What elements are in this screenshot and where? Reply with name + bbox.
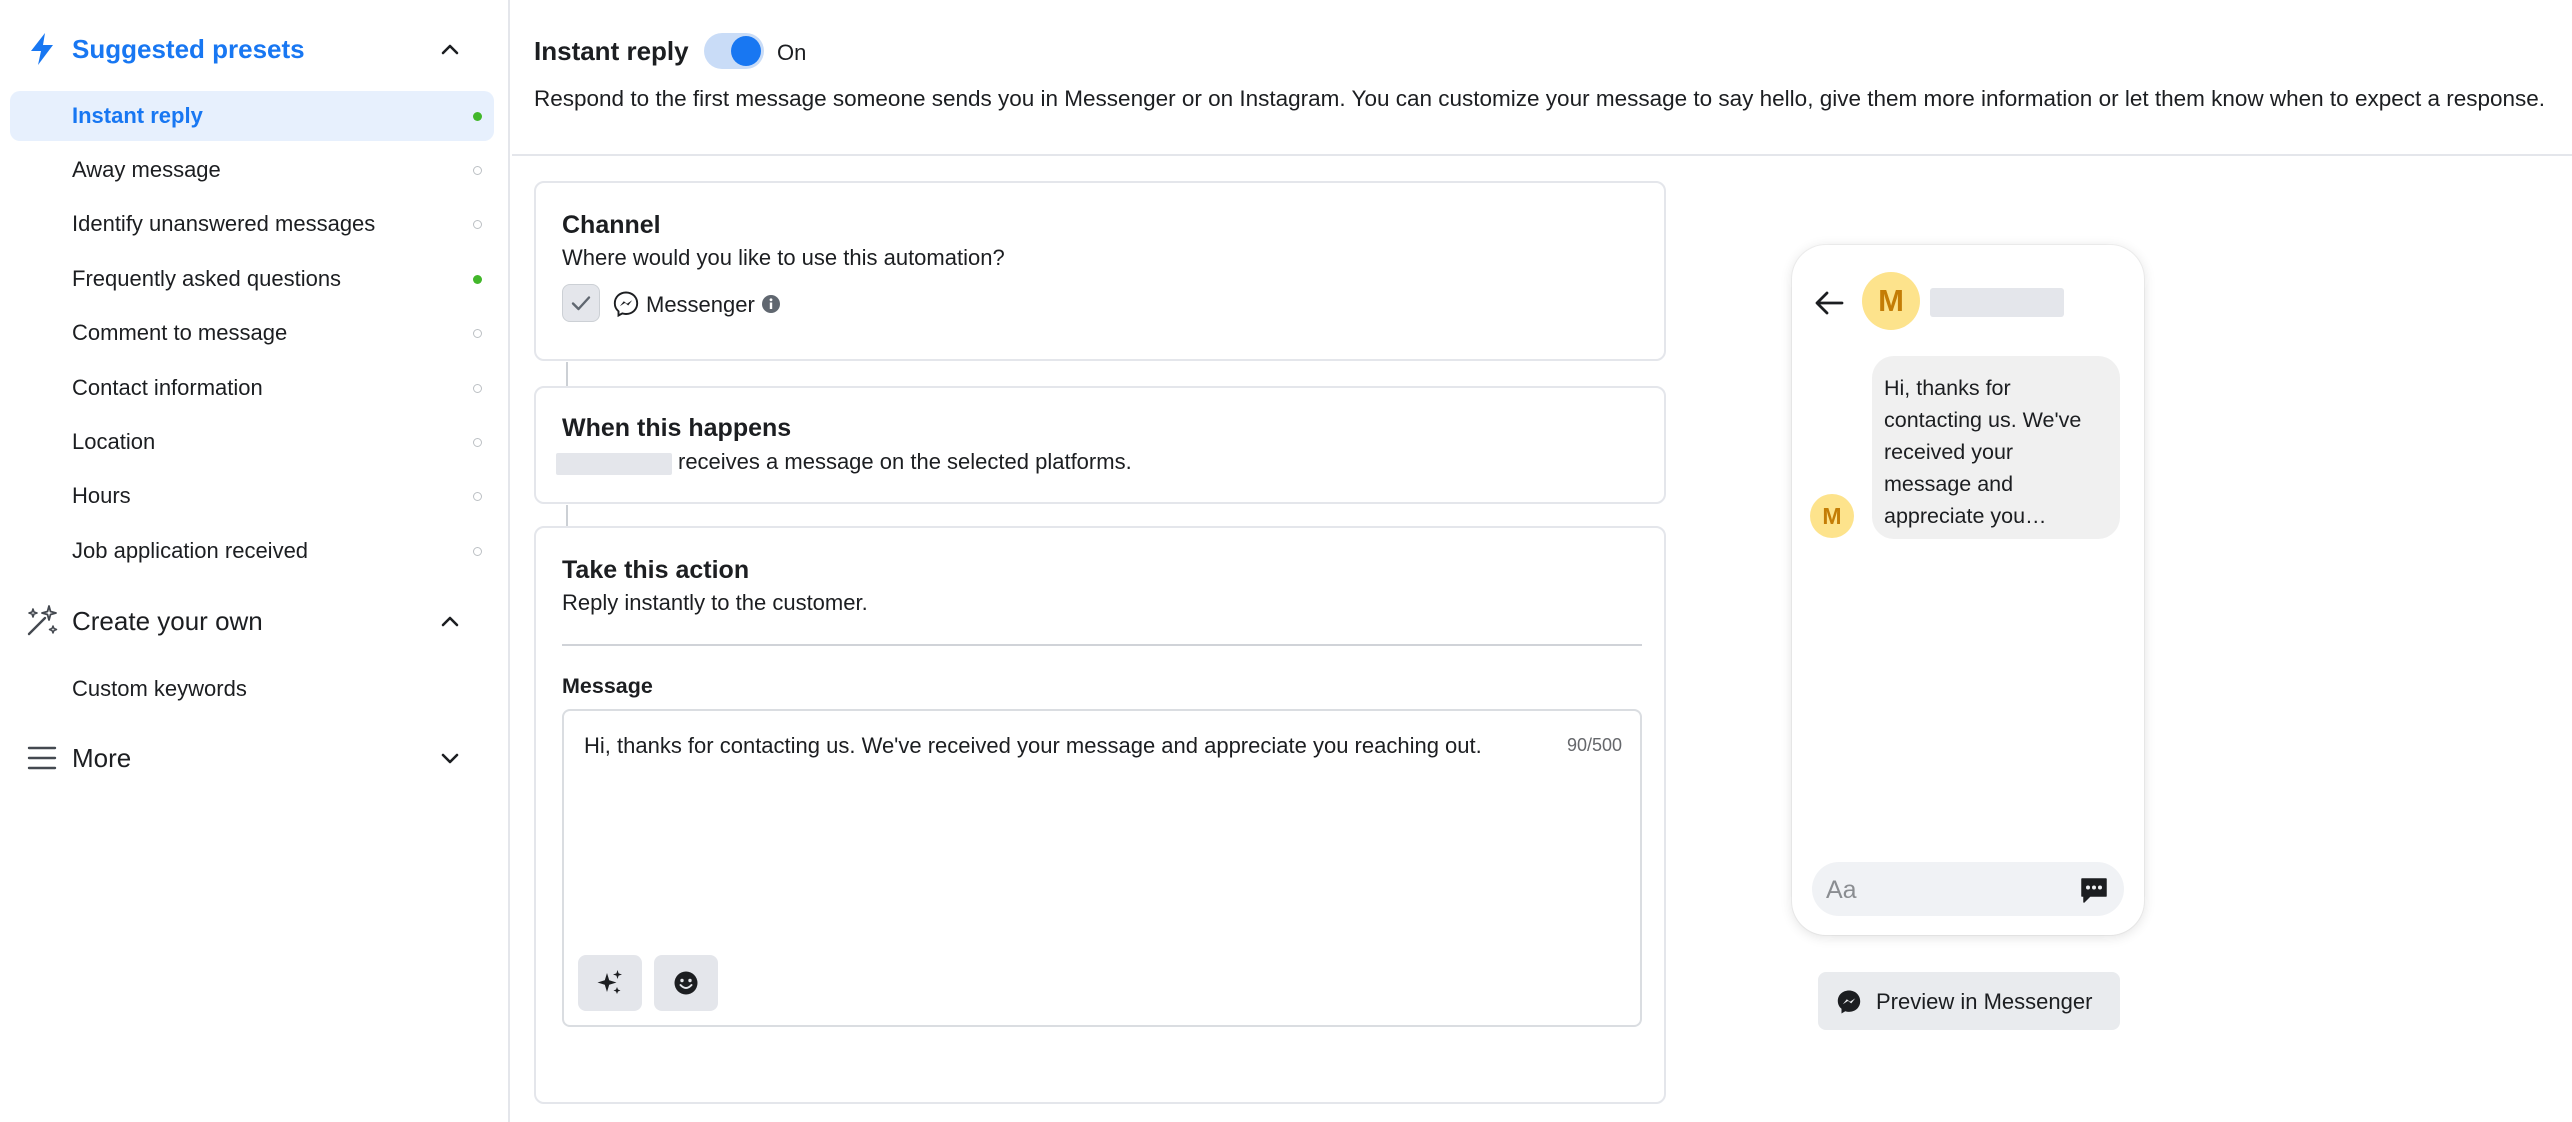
lightning-icon	[24, 31, 60, 67]
section-more[interactable]: More	[0, 723, 500, 793]
status-dot-inactive	[473, 437, 482, 447]
status-dot-inactive	[473, 491, 482, 501]
chevron-down-icon[interactable]	[436, 744, 464, 772]
status-dot-inactive	[473, 383, 482, 393]
section-label: Create your own	[72, 605, 263, 636]
channel-card: Channel Where would you like to use this…	[534, 181, 1666, 361]
message-textarea[interactable]: Hi, thanks for contacting us. We've rece…	[562, 709, 1642, 1027]
preview-in-messenger-button[interactable]: Preview in Messenger	[1818, 972, 2120, 1030]
emoji-button[interactable]	[654, 955, 718, 1011]
sidebar-item-hours[interactable]: Hours	[10, 471, 494, 521]
messenger-icon	[1837, 990, 1861, 1014]
sidebar-item-label: Instant reply	[72, 103, 203, 128]
action-card: Take this action Reply instantly to the …	[534, 526, 1666, 1104]
sidebar-item-away-message[interactable]: Away message	[10, 145, 494, 195]
compose-placeholder: Aa	[1826, 876, 1857, 904]
flow-connector	[566, 505, 568, 526]
ai-sparkle-button[interactable]	[578, 955, 642, 1011]
status-dot-active	[473, 111, 482, 121]
back-arrow-icon	[1815, 291, 1844, 315]
chat-bubble-icon	[2081, 878, 2107, 903]
instant-reply-toggle[interactable]	[704, 33, 764, 69]
sidebar-item-instant-reply[interactable]: Instant reply	[10, 91, 494, 141]
card-subtitle: receives a message on the selected platf…	[678, 449, 1132, 474]
checkmark-icon	[571, 296, 591, 311]
sidebar-item-comment-to-message[interactable]: Comment to message	[10, 308, 494, 358]
sidebar-item-label: Location	[72, 429, 156, 454]
sidebar-item-custom-keywords[interactable]: Custom keywords	[10, 664, 494, 714]
flow-connector	[566, 362, 568, 386]
toggle-state-label: On	[777, 40, 807, 65]
sidebar-item-label: Hours	[72, 483, 131, 508]
avatar: M	[1810, 494, 1854, 538]
section-suggested-presets[interactable]: Suggested presets	[0, 14, 500, 84]
emoji-icon	[674, 971, 698, 995]
messenger-option-label: Messenger	[646, 292, 755, 317]
compose-input: Aa	[1812, 862, 2124, 916]
sidebar-item-location[interactable]: Location	[10, 417, 494, 467]
section-label: More	[72, 742, 132, 773]
chevron-up-icon[interactable]	[436, 607, 464, 635]
chevron-up-icon[interactable]	[436, 35, 464, 63]
message-label: Message	[562, 674, 653, 698]
messenger-checkbox[interactable]	[562, 284, 600, 322]
sidebar-item-label: Comment to message	[72, 320, 288, 345]
status-dot-inactive	[473, 165, 482, 175]
section-create-your-own[interactable]: Create your own	[0, 586, 500, 656]
message-bubble: Hi, thanks for contacting us. We've rece…	[1872, 356, 2120, 539]
sidebar-item-label: Identify unanswered messages	[72, 211, 376, 236]
character-count: 90/500	[1566, 735, 1622, 755]
page-description: Respond to the first message someone sen…	[534, 86, 2546, 111]
sidebar-item-label: Custom keywords	[72, 676, 247, 701]
sparkle-icon	[597, 970, 622, 994]
sidebar-item-label: Frequently asked questions	[72, 266, 342, 291]
avatar: M	[1862, 272, 1920, 330]
menu-lines-icon	[24, 740, 60, 776]
sidebar-item-faq[interactable]: Frequently asked questions	[10, 254, 494, 304]
card-title: Channel	[562, 211, 661, 239]
divider	[562, 644, 1642, 646]
sidebar-item-label: Away message	[72, 157, 221, 182]
message-text[interactable]: Hi, thanks for contacting us. We've rece…	[584, 733, 1482, 759]
status-dot-active	[473, 274, 482, 284]
sparkle-wand-icon	[24, 603, 60, 639]
section-label: Suggested presets	[72, 33, 305, 64]
page-title: Instant reply	[534, 36, 689, 66]
card-title: When this happens	[562, 414, 792, 442]
card-title: Take this action	[562, 556, 750, 584]
sidebar: Suggested presets Instant reply Away mes…	[0, 0, 510, 1122]
trigger-card: When this happens receives a message on …	[534, 386, 1666, 504]
sidebar-item-label: Job application received	[72, 538, 309, 563]
status-dot-inactive	[473, 328, 482, 338]
page-header: Instant reply On Respond to the first me…	[512, 0, 2572, 156]
messenger-preview-phone: M Hi, thanks for contacting us. We've re…	[1792, 245, 2144, 935]
preview-button-label: Preview in Messenger	[1876, 989, 2093, 1014]
sidebar-item-contact-information[interactable]: Contact information	[10, 363, 494, 413]
sidebar-item-identify-unanswered[interactable]: Identify unanswered messages	[10, 199, 494, 249]
sidebar-item-label: Contact information	[72, 375, 263, 400]
card-subtitle: Reply instantly to the customer.	[562, 590, 868, 615]
toggle-knob	[731, 36, 761, 66]
redacted-page-name	[1930, 288, 2064, 317]
card-subtitle: Where would you like to use this automat…	[562, 245, 1005, 270]
status-dot-inactive	[473, 219, 482, 229]
messenger-icon	[613, 291, 639, 318]
info-icon[interactable]	[761, 294, 781, 314]
redacted-page-name	[556, 453, 672, 475]
sidebar-item-job-application[interactable]: Job application received	[10, 526, 494, 576]
status-dot-inactive	[473, 546, 482, 556]
